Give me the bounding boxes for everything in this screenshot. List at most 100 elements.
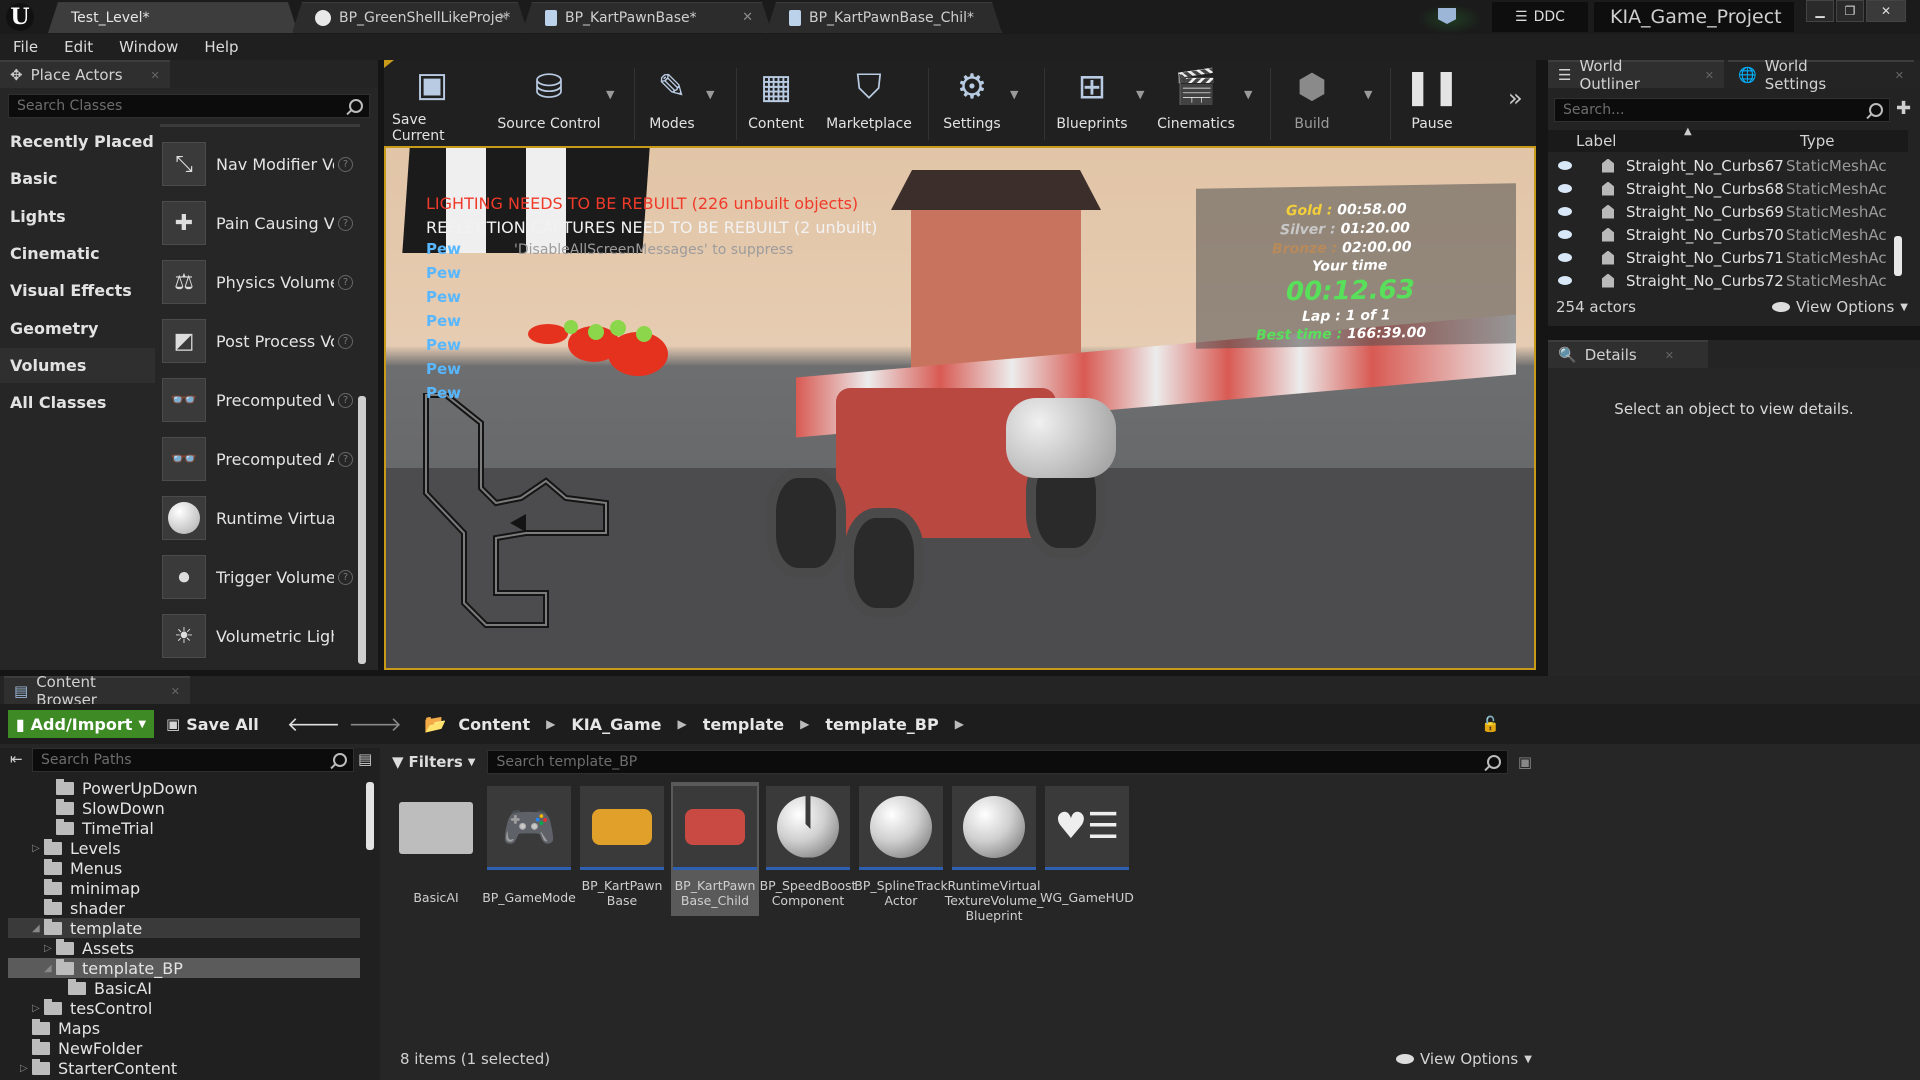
expand-arrow-icon[interactable]: ▷ — [20, 1063, 32, 1074]
breadcrumb-content[interactable]: Content — [458, 715, 530, 734]
asset-tile[interactable]: BP_KartPawn Base — [578, 786, 666, 908]
help-icon[interactable]: ? — [338, 333, 353, 349]
source-control-button[interactable]: ⛁ Source Control — [494, 64, 604, 144]
build-button[interactable]: ⬢ Build — [1280, 64, 1344, 144]
cinematics-button[interactable]: 🎬 Cinematics — [1154, 64, 1238, 144]
tab-details[interactable]: 🔍 Details ✕ — [1548, 340, 1708, 368]
chevron-right-icon[interactable]: ▶ — [800, 717, 809, 731]
maximize-button[interactable]: ❐ — [1836, 0, 1864, 22]
chevron-down-icon[interactable]: ▼ — [1010, 88, 1018, 101]
column-label[interactable]: Label — [1576, 132, 1616, 150]
close-tab-icon[interactable]: ✕ — [498, 10, 509, 25]
assets-view-options-button[interactable]: View Options ▼ — [1396, 1050, 1532, 1068]
outliner-row[interactable]: Straight_No_Curbs70StaticMeshActor — [1548, 223, 1908, 246]
category-cinematic[interactable]: Cinematic — [0, 236, 155, 271]
tree-folder[interactable]: ◢ template_BP — [8, 958, 360, 978]
expand-arrow-icon[interactable]: ▷ — [32, 843, 44, 854]
tab-kartpawnbase-child[interactable]: BP_KartPawnBase_Chil* — [766, 2, 1002, 33]
actor-runtime-virtual-texture[interactable]: Runtime Virtual Texture — [162, 490, 358, 546]
close-tab-icon[interactable]: ✕ — [1665, 349, 1674, 362]
add-filter-icon[interactable]: ✚ — [1896, 98, 1911, 119]
eye-icon[interactable] — [1558, 276, 1572, 285]
chevron-down-icon[interactable]: ▼ — [1364, 88, 1372, 101]
level-viewport[interactable]: LIGHTING NEEDS TO BE REBUILT (226 unbuil… — [384, 146, 1536, 670]
save-all-button[interactable]: ▣ Save All — [166, 715, 259, 734]
save-current-button[interactable]: ▣ Save Current — [392, 64, 472, 144]
outliner-search-input[interactable]: Search... — [1554, 98, 1890, 122]
tab-kartpawnbase[interactable]: BP_KartPawnBase* ✕ — [522, 2, 772, 33]
outliner-row[interactable]: Straight_No_Curbs72StaticMeshActor — [1548, 269, 1908, 292]
help-icon[interactable]: ? — [338, 451, 353, 467]
place-actors-tab[interactable]: ✥ Place Actors ✕ — [0, 60, 170, 88]
chevron-right-icon[interactable]: ▶ — [546, 717, 555, 731]
menu-help[interactable]: Help — [204, 38, 238, 56]
tree-folder[interactable]: ◢ template — [8, 918, 360, 938]
asset-tile[interactable]: BP_KartPawn Base_Child — [671, 782, 759, 916]
actor-pain-causing[interactable]: ✚ Pain Causing Volume ? — [162, 195, 358, 251]
close-window-button[interactable]: ✕ — [1866, 0, 1906, 22]
category-recently-placed[interactable]: Recently Placed — [0, 124, 155, 159]
asset-tile[interactable]: BP_SpeedBoost Component — [760, 786, 856, 908]
category-volumes[interactable]: Volumes — [0, 348, 155, 383]
help-icon[interactable]: ? — [338, 215, 353, 231]
close-tab-icon[interactable]: ✕ — [151, 69, 160, 82]
help-icon[interactable]: ? — [338, 274, 353, 290]
content-button[interactable]: ▦ Content — [744, 64, 808, 144]
back-arrow-icon[interactable]: 🡐 — [287, 712, 341, 736]
tab-content-browser[interactable]: ▤ Content Browser ✕ — [4, 673, 190, 709]
expand-arrow-icon[interactable]: ▷ — [32, 1003, 44, 1014]
column-type[interactable]: Type — [1800, 132, 1834, 150]
tab-world-outliner[interactable]: ☰ World Outliner ✕ — [1548, 57, 1724, 93]
view-options-button[interactable]: View Options ▼ — [1772, 298, 1908, 316]
menu-file[interactable]: File — [13, 38, 38, 56]
search-classes-input[interactable]: Search Classes — [8, 94, 370, 118]
tree-folder[interactable]: ▷ Levels — [32, 838, 121, 858]
breadcrumb-template-bp[interactable]: template_BP — [825, 715, 938, 734]
tree-folder[interactable]: ▷ Assets — [44, 938, 134, 958]
eye-icon[interactable] — [1558, 161, 1572, 170]
actor-precomputed-ai[interactable]: 👓 Precomputed AI ? — [162, 431, 358, 487]
tree-folder[interactable]: BasicAI — [56, 978, 152, 998]
category-lights[interactable]: Lights — [0, 199, 155, 234]
breadcrumb-kia-game[interactable]: KIA_Game — [571, 715, 661, 734]
ddc-indicator[interactable]: ☰ DDC — [1492, 2, 1588, 32]
actor-trigger-volume[interactable]: ⏺ Trigger Volume ? — [162, 549, 358, 605]
lock-icon[interactable]: 🔓 — [1481, 715, 1500, 733]
actor-volumetric-lightmap[interactable]: ☀ Volumetric Lightmap — [162, 608, 358, 664]
add-import-button[interactable]: ▮ Add/Import ▼ — [8, 710, 154, 738]
tree-folder[interactable]: NewFolder — [20, 1038, 142, 1058]
help-icon[interactable]: ? — [338, 392, 353, 408]
chevron-down-icon[interactable]: ▼ — [1244, 88, 1252, 101]
list-view-icon[interactable]: ▤ — [358, 750, 372, 768]
menu-window[interactable]: Window — [119, 38, 178, 56]
tree-folder[interactable]: ▷ StarterContent — [20, 1058, 177, 1078]
category-all-classes[interactable]: All Classes — [0, 385, 155, 420]
actor-physics-volume[interactable]: ⚖ Physics Volume ? — [162, 254, 358, 310]
category-visual-effects[interactable]: Visual Effects — [0, 273, 155, 308]
expand-arrow-icon[interactable]: ▷ — [44, 943, 56, 954]
eye-icon[interactable] — [1558, 207, 1572, 216]
asset-tile[interactable]: RuntimeVirtual TextureVolume_ Blueprint — [945, 786, 1043, 923]
asset-tile[interactable]: BP_SplineTrack Actor — [854, 786, 948, 908]
asset-tile[interactable]: BasicAI — [392, 786, 480, 905]
tab-world-settings[interactable]: 🌐 World Settings ✕ — [1728, 57, 1914, 93]
outliner-row[interactable]: Straight_No_Curbs68StaticMeshActor — [1548, 177, 1908, 200]
category-basic[interactable]: Basic — [0, 161, 155, 196]
pause-button[interactable]: ❚❚ Pause — [1400, 64, 1464, 144]
tree-scrollbar[interactable] — [366, 782, 374, 850]
category-geometry[interactable]: Geometry — [0, 311, 155, 346]
outliner-row[interactable]: Straight_No_Curbs71StaticMeshActor — [1548, 246, 1908, 269]
asset-tile[interactable]: ♥☰ WG_GameHUD — [1040, 786, 1134, 905]
actor-post-process[interactable]: ◩ Post Process Volume ? — [162, 313, 358, 369]
tab-greenshell[interactable]: BP_GreenShellLikeProje* ✕ — [292, 2, 528, 33]
tree-folder[interactable]: Menus — [32, 858, 122, 878]
place-actors-scrollbar[interactable] — [358, 396, 366, 664]
tree-folder[interactable]: Maps — [20, 1018, 100, 1038]
settings-button[interactable]: ⚙ Settings — [936, 64, 1008, 144]
blueprints-button[interactable]: ⊞ Blueprints — [1052, 64, 1132, 144]
actor-precomputed-visibility[interactable]: 👓 Precomputed Visibility Volume ? — [162, 372, 358, 428]
outliner-row[interactable]: Straight_No_Curbs69StaticMeshActor — [1548, 200, 1908, 223]
chevron-right-icon[interactable]: ▶ — [678, 717, 687, 731]
chevron-down-icon[interactable]: ▼ — [606, 88, 614, 101]
eye-icon[interactable] — [1558, 253, 1572, 262]
